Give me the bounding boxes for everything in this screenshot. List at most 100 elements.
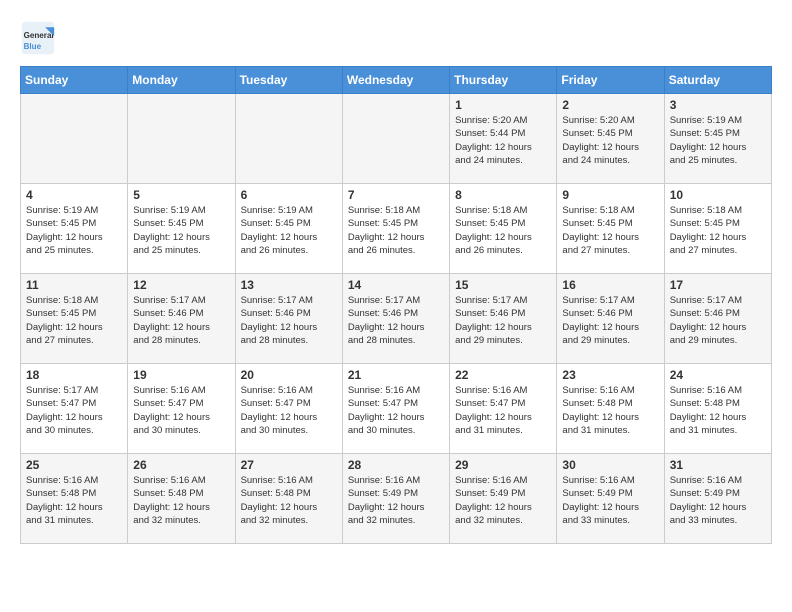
day-number: 26 [133, 458, 229, 472]
day-info: Sunrise: 5:16 AM Sunset: 5:49 PM Dayligh… [670, 474, 766, 527]
day-info: Sunrise: 5:17 AM Sunset: 5:46 PM Dayligh… [348, 294, 444, 347]
calendar-cell [235, 94, 342, 184]
day-number: 9 [562, 188, 658, 202]
day-number: 29 [455, 458, 551, 472]
svg-text:General: General [24, 31, 54, 40]
day-info: Sunrise: 5:17 AM Sunset: 5:46 PM Dayligh… [670, 294, 766, 347]
calendar-cell [21, 94, 128, 184]
calendar-cell: 1 Sunrise: 5:20 AM Sunset: 5:44 PM Daylig… [450, 94, 557, 184]
day-number: 1 [455, 98, 551, 112]
calendar-cell: 26 Sunrise: 5:16 AM Sunset: 5:48 PM Dayli… [128, 454, 235, 544]
calendar-cell: 2 Sunrise: 5:20 AM Sunset: 5:45 PM Daylig… [557, 94, 664, 184]
calendar-cell: 12 Sunrise: 5:17 AM Sunset: 5:46 PM Dayli… [128, 274, 235, 364]
calendar-week-row: 11 Sunrise: 5:18 AM Sunset: 5:45 PM Dayli… [21, 274, 772, 364]
day-number: 27 [241, 458, 337, 472]
calendar-cell: 18 Sunrise: 5:17 AM Sunset: 5:47 PM Dayli… [21, 364, 128, 454]
day-number: 10 [670, 188, 766, 202]
day-info: Sunrise: 5:16 AM Sunset: 5:48 PM Dayligh… [241, 474, 337, 527]
day-info: Sunrise: 5:18 AM Sunset: 5:45 PM Dayligh… [670, 204, 766, 257]
day-info: Sunrise: 5:18 AM Sunset: 5:45 PM Dayligh… [348, 204, 444, 257]
day-info: Sunrise: 5:17 AM Sunset: 5:46 PM Dayligh… [133, 294, 229, 347]
day-info: Sunrise: 5:16 AM Sunset: 5:48 PM Dayligh… [562, 384, 658, 437]
logo: General Blue [20, 20, 60, 56]
day-header-monday: Monday [128, 67, 235, 94]
day-number: 25 [26, 458, 122, 472]
day-info: Sunrise: 5:20 AM Sunset: 5:45 PM Dayligh… [562, 114, 658, 167]
day-info: Sunrise: 5:18 AM Sunset: 5:45 PM Dayligh… [26, 294, 122, 347]
calendar-cell [128, 94, 235, 184]
day-number: 14 [348, 278, 444, 292]
day-info: Sunrise: 5:16 AM Sunset: 5:48 PM Dayligh… [26, 474, 122, 527]
calendar-cell: 25 Sunrise: 5:16 AM Sunset: 5:48 PM Dayli… [21, 454, 128, 544]
calendar-cell: 23 Sunrise: 5:16 AM Sunset: 5:48 PM Dayli… [557, 364, 664, 454]
day-header-friday: Friday [557, 67, 664, 94]
calendar-week-row: 25 Sunrise: 5:16 AM Sunset: 5:48 PM Dayli… [21, 454, 772, 544]
calendar-cell: 5Sunrise: 5:19 AM Sunset: 5:45 PM Daylig… [128, 184, 235, 274]
calendar-cell: 21Sunrise: 5:16 AM Sunset: 5:47 PM Dayli… [342, 364, 449, 454]
day-number: 18 [26, 368, 122, 382]
calendar-week-row: 18 Sunrise: 5:17 AM Sunset: 5:47 PM Dayli… [21, 364, 772, 454]
day-info: Sunrise: 5:16 AM Sunset: 5:49 PM Dayligh… [455, 474, 551, 527]
calendar-cell: 19Sunrise: 5:16 AM Sunset: 5:47 PM Dayli… [128, 364, 235, 454]
day-info: Sunrise: 5:16 AM Sunset: 5:47 PM Dayligh… [241, 384, 337, 437]
calendar-cell: 20 Sunrise: 5:16 AM Sunset: 5:47 PM Dayli… [235, 364, 342, 454]
day-number: 7 [348, 188, 444, 202]
day-number: 31 [670, 458, 766, 472]
day-info: Sunrise: 5:17 AM Sunset: 5:47 PM Dayligh… [26, 384, 122, 437]
day-number: 19 [133, 368, 229, 382]
day-info: Sunrise: 5:18 AM Sunset: 5:45 PM Dayligh… [562, 204, 658, 257]
day-number: 12 [133, 278, 229, 292]
day-number: 6 [241, 188, 337, 202]
day-number: 30 [562, 458, 658, 472]
calendar-week-row: 1 Sunrise: 5:20 AM Sunset: 5:44 PM Daylig… [21, 94, 772, 184]
calendar-cell [342, 94, 449, 184]
calendar-cell: 13 Sunrise: 5:17 AM Sunset: 5:46 PM Dayli… [235, 274, 342, 364]
day-info: Sunrise: 5:20 AM Sunset: 5:44 PM Dayligh… [455, 114, 551, 167]
calendar-cell: 6 Sunrise: 5:19 AM Sunset: 5:45 PM Daylig… [235, 184, 342, 274]
day-number: 13 [241, 278, 337, 292]
day-info: Sunrise: 5:17 AM Sunset: 5:46 PM Dayligh… [562, 294, 658, 347]
day-number: 3 [670, 98, 766, 112]
day-header-thursday: Thursday [450, 67, 557, 94]
day-info: Sunrise: 5:18 AM Sunset: 5:45 PM Dayligh… [455, 204, 551, 257]
svg-text:Blue: Blue [24, 42, 42, 51]
day-number: 23 [562, 368, 658, 382]
calendar-cell: 27 Sunrise: 5:16 AM Sunset: 5:48 PM Dayli… [235, 454, 342, 544]
day-number: 2 [562, 98, 658, 112]
calendar-cell: 28 Sunrise: 5:16 AM Sunset: 5:49 PM Dayli… [342, 454, 449, 544]
day-info: Sunrise: 5:17 AM Sunset: 5:46 PM Dayligh… [455, 294, 551, 347]
day-header-tuesday: Tuesday [235, 67, 342, 94]
day-info: Sunrise: 5:16 AM Sunset: 5:48 PM Dayligh… [670, 384, 766, 437]
calendar-header-row: SundayMondayTuesdayWednesdayThursdayFrid… [21, 67, 772, 94]
calendar-cell: 10 Sunrise: 5:18 AM Sunset: 5:45 PM Dayli… [664, 184, 771, 274]
calendar-cell: 30 Sunrise: 5:16 AM Sunset: 5:49 PM Dayli… [557, 454, 664, 544]
calendar-cell: 31 Sunrise: 5:16 AM Sunset: 5:49 PM Dayli… [664, 454, 771, 544]
day-number: 4 [26, 188, 122, 202]
day-info: Sunrise: 5:17 AM Sunset: 5:46 PM Dayligh… [241, 294, 337, 347]
day-number: 11 [26, 278, 122, 292]
day-info: Sunrise: 5:19 AM Sunset: 5:45 PM Dayligh… [26, 204, 122, 257]
day-info: Sunrise: 5:16 AM Sunset: 5:48 PM Dayligh… [133, 474, 229, 527]
day-number: 20 [241, 368, 337, 382]
day-info: Sunrise: 5:19 AM Sunset: 5:45 PM Dayligh… [670, 114, 766, 167]
page-header: General Blue [20, 20, 772, 56]
day-number: 5 [133, 188, 229, 202]
day-info: Sunrise: 5:16 AM Sunset: 5:47 PM Dayligh… [348, 384, 444, 437]
calendar-cell: 8Sunrise: 5:18 AM Sunset: 5:45 PM Daylig… [450, 184, 557, 274]
day-number: 15 [455, 278, 551, 292]
day-info: Sunrise: 5:16 AM Sunset: 5:49 PM Dayligh… [348, 474, 444, 527]
day-info: Sunrise: 5:19 AM Sunset: 5:45 PM Dayligh… [241, 204, 337, 257]
day-number: 17 [670, 278, 766, 292]
calendar-cell: 22Sunrise: 5:16 AM Sunset: 5:47 PM Dayli… [450, 364, 557, 454]
day-header-saturday: Saturday [664, 67, 771, 94]
calendar-cell: 24Sunrise: 5:16 AM Sunset: 5:48 PM Dayli… [664, 364, 771, 454]
day-number: 28 [348, 458, 444, 472]
calendar-body: 1 Sunrise: 5:20 AM Sunset: 5:44 PM Daylig… [21, 94, 772, 544]
calendar-cell: 17 Sunrise: 5:17 AM Sunset: 5:46 PM Dayli… [664, 274, 771, 364]
day-header-wednesday: Wednesday [342, 67, 449, 94]
day-info: Sunrise: 5:16 AM Sunset: 5:49 PM Dayligh… [562, 474, 658, 527]
day-header-sunday: Sunday [21, 67, 128, 94]
calendar-cell: 3 Sunrise: 5:19 AM Sunset: 5:45 PM Daylig… [664, 94, 771, 184]
calendar-cell: 4 Sunrise: 5:19 AM Sunset: 5:45 PM Daylig… [21, 184, 128, 274]
calendar-cell: 9 Sunrise: 5:18 AM Sunset: 5:45 PM Daylig… [557, 184, 664, 274]
